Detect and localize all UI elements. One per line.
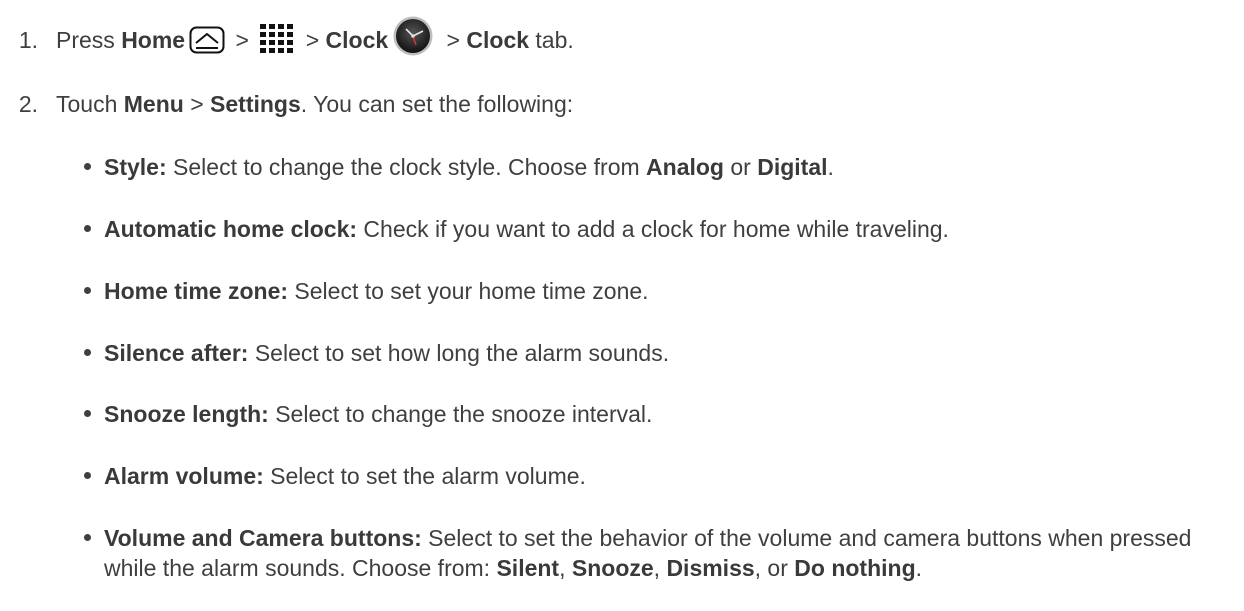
home-label: Home (121, 27, 186, 54)
option-label: Style: (104, 154, 167, 180)
step-text: Press Home > > Clock > Clock tab. (56, 16, 574, 63)
option-text: Alarm volume: Select to set the alarm vo… (104, 463, 586, 489)
list-item: Home time zone: Select to set your home … (84, 276, 1224, 306)
option-text: Style: Select to change the clock style.… (104, 154, 834, 180)
clock-tab-label: Clock (466, 27, 530, 54)
step-number: 1. (18, 27, 38, 54)
option-label: Alarm volume: (104, 463, 264, 489)
step-text: Touch Menu > Settings. You can set the f… (56, 91, 574, 117)
option-label: Silence after: (104, 340, 249, 366)
step-2: 2. Touch Menu > Settings. You can set the… (0, 89, 573, 119)
list-item: Style: Select to change the clock style.… (84, 152, 1224, 182)
option-text: Home time zone: Select to set your home … (104, 278, 649, 304)
menu-label: Menu (123, 91, 184, 117)
option-label: Volume and Camera buttons: (104, 525, 422, 551)
list-item: Silence after: Select to set how long th… (84, 338, 1224, 368)
home-icon (189, 26, 225, 54)
list-item: Alarm volume: Select to set the alarm vo… (84, 461, 1224, 491)
option-text: Snooze length: Select to change the snoo… (104, 401, 653, 427)
list-item: Automatic home clock: Check if you want … (84, 214, 1224, 244)
option-label: Automatic home clock: (104, 216, 358, 242)
bullet-icon (84, 287, 91, 294)
option-label: Home time zone: (104, 278, 289, 304)
option-text: Silence after: Select to set how long th… (104, 340, 670, 366)
list-item: Volume and Camera buttons: Select to set… (84, 523, 1214, 583)
step-number: 2. (18, 91, 38, 117)
option-label: Snooze length: (104, 401, 269, 427)
bullet-icon (84, 534, 91, 541)
option-text: Volume and Camera buttons: Select to set… (104, 525, 1192, 581)
bullet-icon (84, 225, 91, 232)
bullet-icon (84, 410, 91, 417)
bullet-icon (84, 472, 91, 479)
apps-grid-icon (259, 23, 295, 55)
bullet-icon (84, 163, 91, 170)
bullet-icon (84, 349, 91, 356)
settings-label: Settings (210, 91, 301, 117)
option-text: Automatic home clock: Check if you want … (104, 216, 949, 242)
document: 1. Press Home > > Clock > Clock tab. 2. To… (0, 0, 1244, 611)
clock-icon (392, 15, 434, 57)
list-item: Snooze length: Select to change the snoo… (84, 399, 1224, 429)
step-1: 1. Press Home > > Clock > Clock tab. (0, 16, 574, 63)
clock-label: Clock (325, 27, 389, 54)
